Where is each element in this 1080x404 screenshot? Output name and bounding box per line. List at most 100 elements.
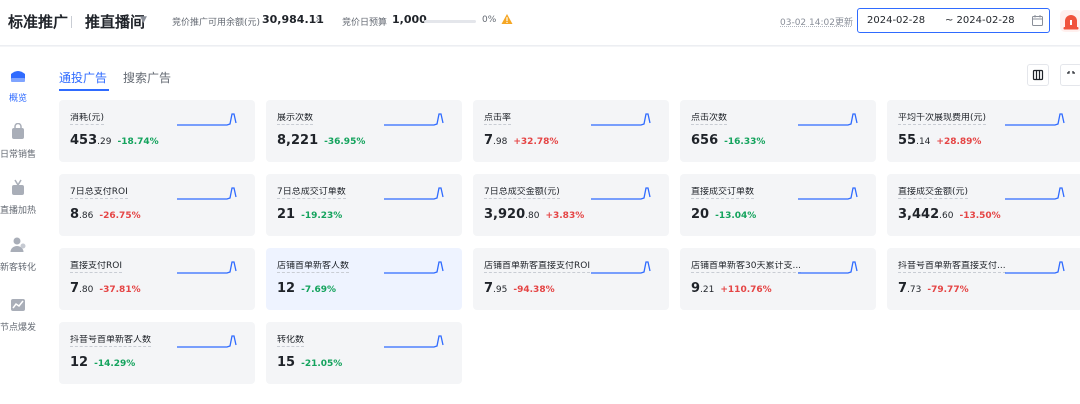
metric-value-dec: .21: [700, 285, 715, 295]
sparkline-line: [798, 261, 858, 274]
sidebar-item-label: 概览: [8, 94, 27, 104]
metric-card[interactable]: 直接支付ROI 7.80 -37.81%: [59, 248, 255, 310]
metric-value-dec: .98: [493, 137, 508, 147]
metric-card[interactable]: 展示次数 8,221 -36.95%: [266, 100, 462, 162]
metric-value: 3,920.80 +3.83%: [484, 207, 584, 222]
metric-card[interactable]: 点击率 7.98 +32.78%: [473, 100, 669, 162]
sparkline-chart: [177, 187, 237, 200]
sparkline-chart: [591, 261, 651, 274]
metric-value-int: 7: [484, 281, 494, 296]
collapse-button[interactable]: [1060, 64, 1080, 86]
sidebar-item-overview[interactable]: 概览: [0, 67, 42, 123]
metric-card[interactable]: 抖音号首单新客人数 12 -14.29%: [59, 322, 255, 384]
metric-value-int: 20: [691, 207, 710, 222]
metric-value-int: 3,442: [898, 207, 940, 222]
metric-card[interactable]: 平均千次展现费用(元) 55.14 +28.89%: [887, 100, 1080, 162]
metric-value-int: 8,221: [277, 133, 319, 148]
metric-change: -13.04%: [715, 211, 757, 221]
metric-card[interactable]: 7日总成交金额(元) 3,920.80 +3.83%: [473, 174, 669, 236]
tv-icon: [12, 179, 24, 195]
metric-title: 展示次数: [277, 113, 314, 125]
metric-value-dec: .73: [907, 285, 922, 295]
shopping-bag-icon: [12, 123, 24, 139]
metric-value: 9.21 +110.76%: [691, 281, 772, 296]
sparkline-chart: [591, 187, 651, 200]
metric-value-int: 15: [277, 355, 296, 370]
sparkline-chart: [798, 187, 858, 200]
metric-change: -94.38%: [513, 285, 555, 295]
metric-title: 7日总成交金额(元): [484, 187, 560, 199]
columns-button[interactable]: [1027, 64, 1049, 86]
caret-down-icon[interactable]: ▼: [140, 15, 147, 25]
sparkline-line: [798, 113, 858, 126]
metric-card[interactable]: 转化数 15 -21.05%: [266, 322, 462, 384]
metric-value-int: 656: [691, 133, 719, 148]
trend-chart-icon: [11, 299, 25, 311]
sidebar-item-live-boost[interactable]: 直播加热: [0, 179, 42, 235]
calendar-icon[interactable]: [1032, 15, 1043, 26]
warning-icon[interactable]: [501, 13, 513, 25]
sidebar-item-label: 新客转化: [0, 263, 37, 273]
metric-value-dec: .80: [525, 211, 540, 221]
sparkline-line: [177, 261, 237, 274]
sidebar-item-new-customer[interactable]: 新客转化: [0, 236, 42, 292]
metric-change: -37.81%: [99, 285, 141, 295]
metric-card[interactable]: 直接成交订单数 20 -13.04%: [680, 174, 876, 236]
sidebar-item-daily-sales[interactable]: 日常销售: [0, 123, 42, 179]
metric-value-dec: .14: [916, 137, 931, 147]
metric-card[interactable]: 店铺首单新客人数 12 -7.69%: [266, 248, 462, 310]
main-panel: 通投广告 搜索广告 消耗(元) 453.29 -18.74% 展示次数 8,221 -36…: [42, 47, 1080, 404]
sparkline-chart: [1005, 187, 1065, 200]
chevron-right-icon[interactable]: ›: [315, 12, 320, 26]
metric-value-int: 3,920: [484, 207, 526, 222]
sparkline-line: [591, 113, 651, 126]
mode-selector[interactable]: 推直播间: [85, 11, 145, 32]
metric-card[interactable]: 7日总成交订单数 21 -19.23%: [266, 174, 462, 236]
date-range-picker[interactable]: 2024-02-28 ~ 2024-02-28: [857, 8, 1050, 33]
budget-progress-bar: [424, 20, 476, 23]
alert-button[interactable]: [1060, 10, 1080, 32]
sidebar-item-node-burst[interactable]: 节点爆发: [0, 296, 42, 352]
metric-value-int: 7: [484, 133, 494, 148]
metric-title: 消耗(元): [70, 113, 105, 125]
update-time: 03-02 14:02更新: [780, 18, 853, 28]
metric-card[interactable]: 7日总支付ROI 8.86 -26.75%: [59, 174, 255, 236]
sparkline-chart: [1005, 113, 1065, 126]
budget-percent: 0%: [482, 15, 497, 25]
tab-search-ads[interactable]: 搜索广告: [123, 69, 171, 86]
metric-change: -13.50%: [959, 211, 1001, 221]
metric-change: -7.69%: [301, 285, 337, 295]
sparkline-chart: [384, 113, 444, 126]
alarm-icon: [1063, 15, 1079, 30]
sidebar-item-label: 日常销售: [0, 150, 37, 160]
metric-change: -26.75%: [99, 211, 141, 221]
date-start[interactable]: 2024-02-28: [867, 15, 925, 26]
sparkline-chart: [591, 113, 651, 126]
tab-general-ads[interactable]: 通投广告: [59, 69, 107, 86]
collapse-icon: [1067, 71, 1075, 74]
metric-card[interactable]: 店铺首单新客直接支付ROI 7.95 -94.38%: [473, 248, 669, 310]
sparkline-line: [384, 113, 444, 126]
metric-card[interactable]: 抖音号首单新客直接支付... 7.73 -79.77%: [887, 248, 1080, 310]
metric-change: +3.83%: [545, 211, 585, 221]
sparkline-line: [798, 187, 858, 200]
sparkline-chart: [177, 113, 237, 126]
divider: [71, 16, 72, 28]
metric-value-int: 21: [277, 207, 296, 222]
metric-value-int: 9: [691, 281, 701, 296]
sparkline-chart: [177, 335, 237, 348]
metric-card[interactable]: 消耗(元) 453.29 -18.74%: [59, 100, 255, 162]
metric-value-dec: .60: [939, 211, 954, 221]
top-bar: 标准推广 推直播间 ▼ 竞价推广可用余额(元) 30,984.11 › 竞价日预…: [0, 0, 1080, 46]
users-icon: [10, 237, 26, 252]
date-end[interactable]: ~ 2024-02-28: [945, 15, 1015, 26]
metric-value: 21 -19.23%: [277, 207, 342, 222]
metric-card[interactable]: 店铺首单新客30天累计支... 9.21 +110.76%: [680, 248, 876, 310]
columns-icon: [1032, 69, 1044, 81]
metric-card[interactable]: 点击次数 656 -16.33%: [680, 100, 876, 162]
sparkline-line: [177, 335, 237, 348]
overview-icon: [11, 71, 25, 82]
metric-value: 453.29 -18.74%: [70, 133, 159, 148]
metric-card[interactable]: 直接成交金额(元) 3,442.60 -13.50%: [887, 174, 1080, 236]
balance-label: 竞价推广可用余额(元): [172, 18, 261, 28]
